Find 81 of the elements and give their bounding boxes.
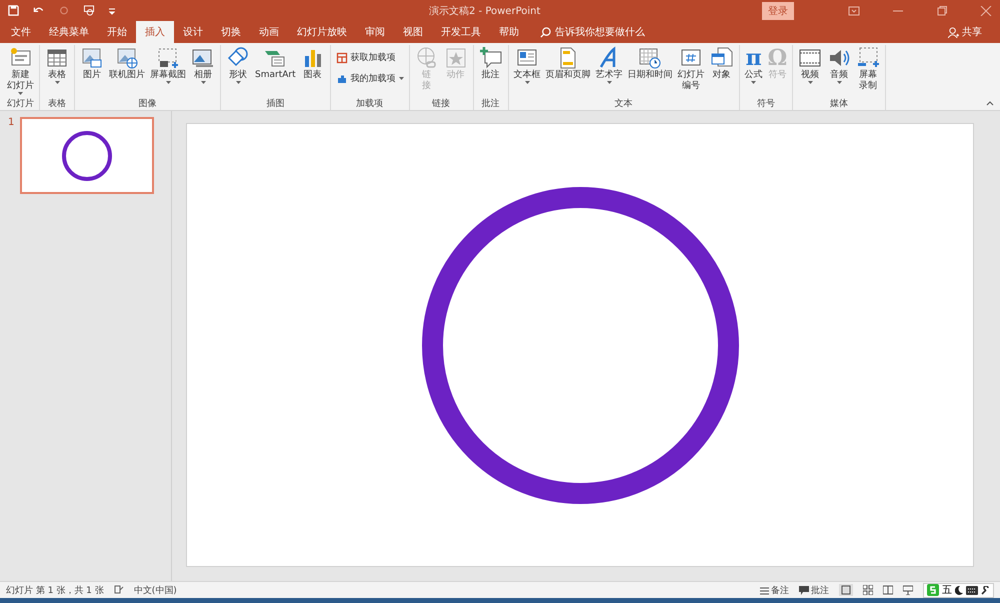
close-icon[interactable]	[980, 6, 992, 16]
restore-icon[interactable]	[936, 6, 948, 16]
collapse-ribbon-icon[interactable]	[986, 100, 994, 106]
ribbon-display-icon[interactable]	[848, 6, 860, 16]
ribbon-button[interactable]: 批注	[476, 45, 505, 98]
comment-icon	[799, 586, 809, 595]
ribbon-button[interactable]: 图片	[78, 45, 106, 98]
input-method-bar[interactable]: 五	[923, 582, 994, 598]
ribbon-button[interactable]: 对象	[708, 45, 736, 98]
screenshot-icon	[156, 46, 180, 70]
ribbon-button[interactable]: 页眉和页脚	[544, 45, 593, 98]
ribbon-tab[interactable]: 切换	[212, 21, 250, 44]
grid-view-icon[interactable]	[863, 585, 873, 596]
group-label: 批注	[480, 98, 501, 110]
ribbon-button[interactable]: 相册	[189, 45, 217, 98]
comments-button[interactable]: 批注	[799, 584, 829, 597]
ribbon-tab[interactable]: 幻灯片放映	[288, 21, 356, 44]
person-icon	[948, 26, 959, 38]
ribbon-tab[interactable]: 插入	[136, 21, 174, 44]
group-label: 表格	[47, 98, 67, 110]
globe-link-icon	[414, 46, 439, 70]
ribbon-tab[interactable]: 帮助	[490, 21, 528, 44]
picture-globe-icon	[115, 46, 139, 70]
ribbon-button[interactable]: 艺术字	[594, 45, 625, 98]
slideshow-icon[interactable]	[83, 5, 95, 16]
group-label: 加载项	[355, 98, 384, 110]
group-label: 链接	[431, 98, 452, 110]
moon-icon	[955, 586, 963, 595]
slide-count: 幻灯片 第 1 张，共 1 张	[6, 584, 104, 597]
ribbon-button[interactable]: 日期和时间	[626, 45, 675, 98]
share-button[interactable]: 共享	[942, 21, 988, 44]
slide-number: 1	[8, 117, 14, 128]
wrench-icon	[981, 586, 990, 595]
tell-me-field[interactable]: 告诉我你想要做什么	[540, 21, 645, 44]
language-label[interactable]: 中文(中国)	[134, 584, 177, 597]
ribbon-tab[interactable]: 开发工具	[432, 21, 490, 44]
group-label: 插图	[265, 98, 286, 110]
ribbon-tab[interactable]: 审阅	[356, 21, 394, 44]
ribbon-tab[interactable]: 文件	[2, 21, 40, 44]
ribbon-button[interactable]: 新建 幻灯片	[5, 45, 36, 98]
customize-menu-icon[interactable]	[109, 6, 115, 15]
group-label: 文本	[614, 98, 634, 110]
save-icon[interactable]	[8, 5, 19, 16]
ribbon-button[interactable]: 我的加载项	[334, 70, 406, 88]
ribbon-tab[interactable]: 视图	[394, 21, 432, 44]
search-icon	[540, 26, 551, 38]
notes-icon	[760, 586, 769, 595]
book-icon[interactable]	[883, 585, 893, 596]
ribbon-button[interactable]: 屏幕 录制	[854, 45, 882, 98]
presentation-icon[interactable]	[903, 585, 913, 596]
slide-thumbnail[interactable]	[20, 117, 154, 194]
ribbon-tab[interactable]: 经典菜单	[40, 21, 98, 44]
ribbon-button[interactable]: π 公式	[742, 45, 765, 98]
ribbon-button[interactable]: 音频	[825, 45, 854, 98]
ribbon-tab[interactable]: 动画	[250, 21, 288, 44]
new-comment-icon	[478, 46, 503, 70]
glyph-icon: Ω	[768, 46, 788, 70]
group-label: 媒体	[829, 98, 850, 110]
ribbon-button[interactable]: SmartArt	[253, 45, 298, 98]
ribbon-tab[interactable]: 设计	[174, 21, 212, 44]
store-icon	[336, 52, 348, 64]
ribbon-button[interactable]: 视频	[796, 45, 824, 98]
ribbon-button[interactable]: 获取加载项	[334, 49, 406, 66]
ribbon-button[interactable]: 幻灯片 编号	[676, 45, 707, 98]
picture-icon	[80, 46, 104, 70]
ribbon-tab[interactable]: 开始	[98, 21, 136, 44]
ribbon-button[interactable]: 屏幕截图	[148, 45, 188, 98]
group-label: 符号	[756, 98, 776, 110]
normal-view-icon[interactable]	[839, 584, 853, 596]
ribbon-button[interactable]: 表格	[43, 45, 71, 98]
ribbon-button[interactable]: 图表	[298, 45, 327, 98]
notes-button[interactable]: 备注	[760, 584, 789, 597]
ribbon-button[interactable]: 联机图片	[107, 45, 147, 98]
window-title: 演示文稿2 - PowerPoint	[429, 4, 542, 18]
group-label: 幻灯片	[6, 98, 35, 110]
calendar-clock-icon	[638, 46, 662, 70]
keyboard-icon	[966, 586, 978, 595]
ribbon-button[interactable]: 形状	[224, 45, 252, 98]
glyph-icon: π	[746, 46, 762, 70]
ribbon-button[interactable]: 文本框	[512, 45, 543, 98]
group-label: 图像	[138, 98, 158, 110]
